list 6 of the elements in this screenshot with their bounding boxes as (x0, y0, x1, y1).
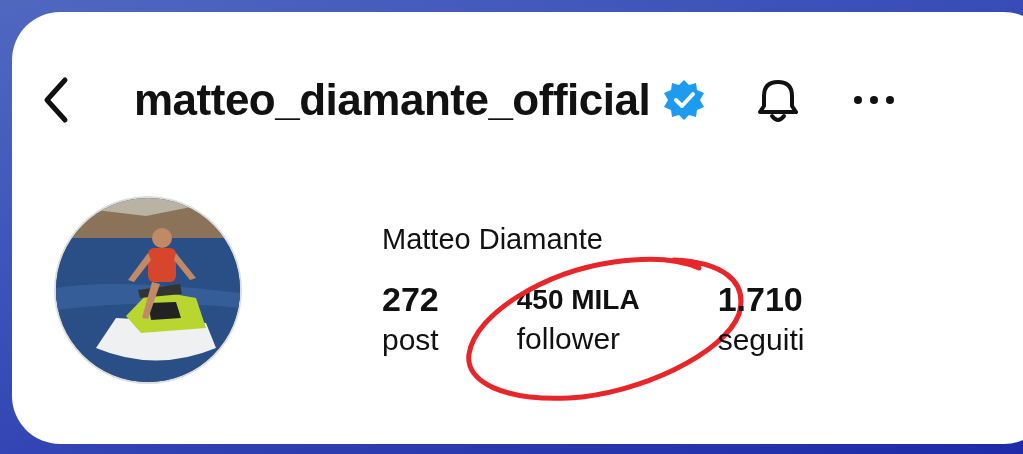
stat-label: seguiti (717, 323, 805, 357)
stat-label: follower (516, 322, 622, 356)
username-title: matteo_diamante_official (134, 75, 651, 125)
stat-label: post (382, 323, 439, 357)
profile-name: Matteo Diamante (382, 223, 604, 256)
stat-value: 272 (382, 280, 439, 319)
